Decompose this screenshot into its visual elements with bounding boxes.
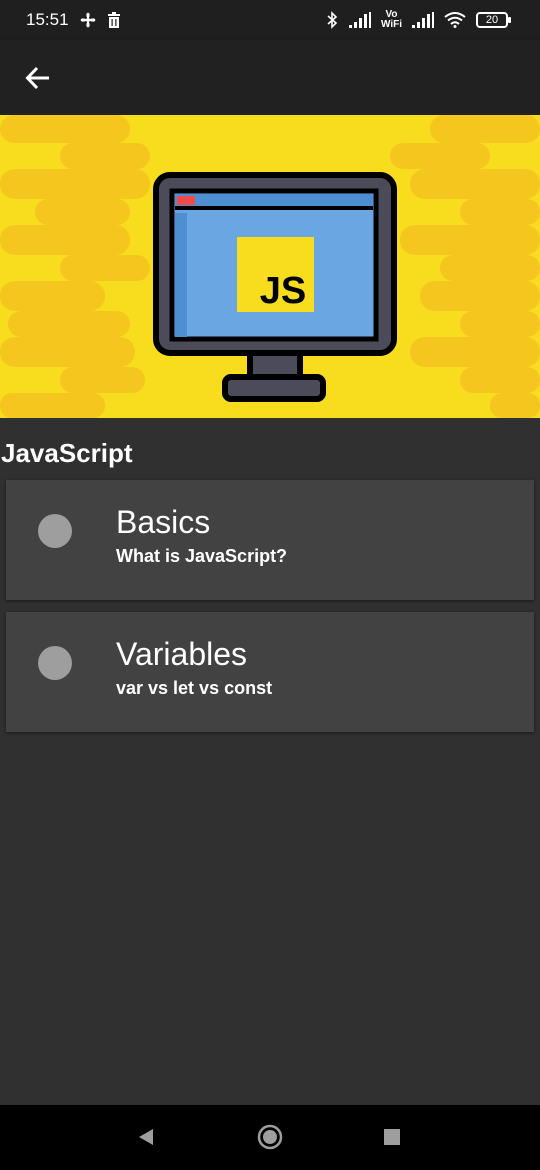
status-time: 15:51	[26, 10, 69, 29]
topic-title: Basics	[116, 504, 211, 540]
signal-icon	[348, 12, 371, 28]
status-dot-icon	[38, 514, 72, 548]
status-bar-left: 15:51	[26, 10, 121, 30]
nav-recents-button[interactable]	[372, 1119, 412, 1155]
arrow-left-icon	[25, 66, 49, 90]
back-button[interactable]	[16, 56, 60, 100]
recents-square-icon	[384, 1129, 400, 1145]
js-badge-text: JS	[260, 270, 306, 312]
battery-icon: 20	[476, 12, 511, 28]
topic-subtitle: What is JavaScript?	[116, 546, 288, 566]
back-triangle-icon	[139, 1129, 153, 1145]
nav-home-button[interactable]	[250, 1119, 290, 1155]
javascript-monitor-illustration: JS	[0, 115, 540, 418]
page-title: JavaScript	[1, 438, 133, 468]
status-bar: 15:51 Vo WiFi 20	[0, 0, 540, 40]
status-bar-right: Vo WiFi 20	[325, 10, 511, 30]
vowifi-indicator: Vo WiFi	[381, 10, 402, 30]
fan-icon	[79, 11, 97, 29]
topic-subtitle: var vs let vs const	[116, 678, 273, 698]
app-bar	[0, 40, 540, 115]
bluetooth-icon	[325, 11, 339, 29]
trash-icon	[107, 12, 121, 28]
wifi-icon	[444, 12, 466, 28]
topic-title: Variables	[116, 636, 248, 672]
status-dot-icon	[38, 646, 72, 680]
topic-card-variables[interactable]: Variables var vs let vs const	[6, 612, 534, 732]
signal-icon-2	[412, 12, 434, 28]
nav-back-button[interactable]	[126, 1119, 166, 1155]
vowifi-line2: WiFi	[380, 19, 402, 30]
system-nav-bar	[0, 1105, 540, 1170]
topic-banner-image: JS	[0, 115, 540, 418]
battery-level: 20	[485, 14, 499, 26]
topic-card-basics[interactable]: Basics What is JavaScript?	[6, 480, 534, 600]
home-circle-icon	[257, 1124, 283, 1150]
